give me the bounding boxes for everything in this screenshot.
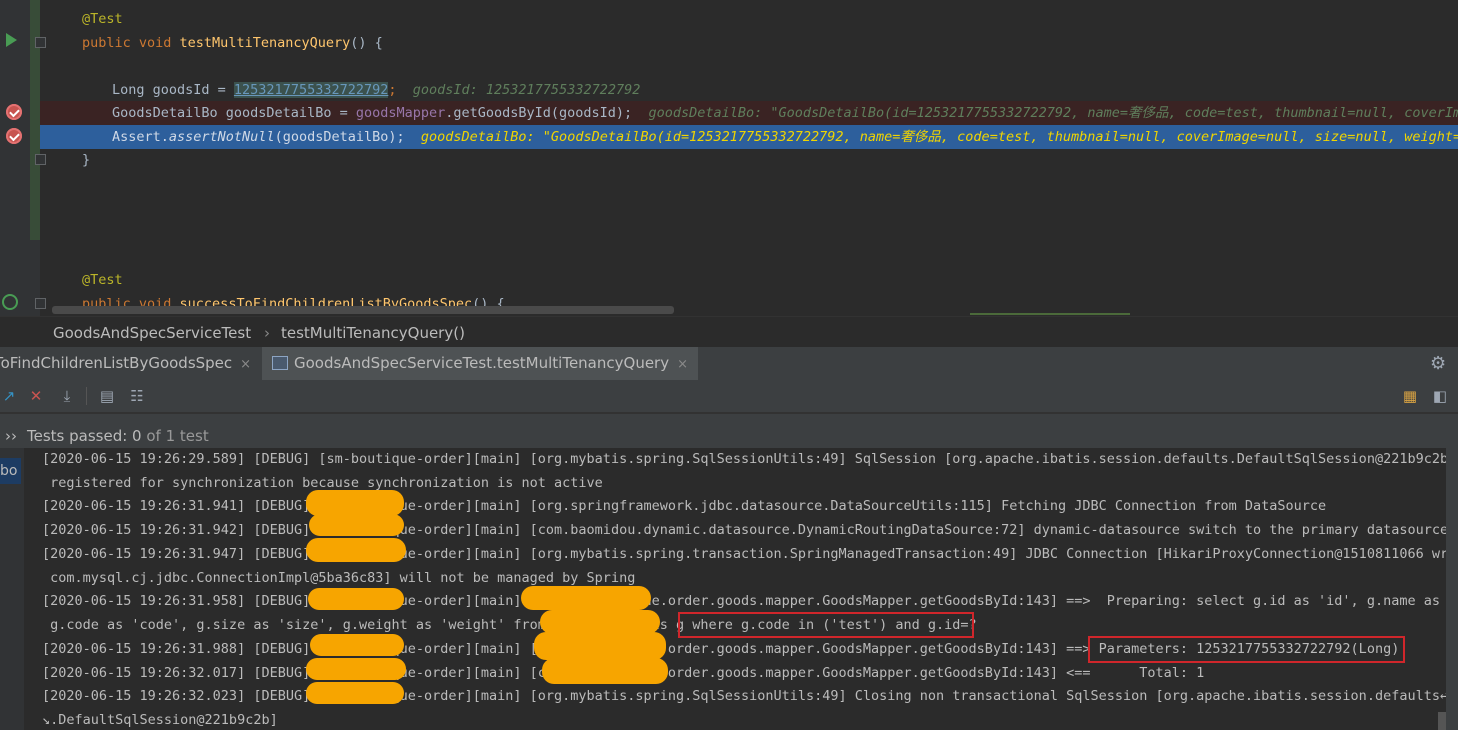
breadcrumb-class[interactable]: GoodsAndSpecServiceTest (53, 324, 251, 342)
code-line-goods-detail[interactable]: GoodsDetailBo goodsDetailBo = goodsMappe… (112, 101, 1458, 125)
code-line-annotation[interactable]: @Test (82, 7, 1458, 31)
history-icon[interactable]: ◧ (1431, 387, 1449, 405)
code-line-annotation[interactable]: @Test (82, 268, 1458, 292)
toggle-auto-test-icon[interactable]: ⤓ (58, 387, 76, 405)
redaction-mark (309, 514, 404, 536)
breadcrumb: GoodsAndSpecServiceTest › testMultiTenan… (0, 316, 1458, 348)
redaction-mark (540, 610, 660, 634)
fold-icon[interactable] (35, 37, 46, 48)
code-line-assert[interactable]: Assert.assertNotNull(goodsDetailBo); goo… (112, 125, 1458, 149)
console-line: [2020-06-15 19:26:31.942] [DEBUG] [sm-bo… (42, 522, 1446, 538)
redaction-mark (308, 588, 404, 610)
console-output[interactable]: [2020-06-15 19:26:29.589] [DEBUG] [sm-bo… (24, 448, 1446, 730)
code-line-goods-id[interactable]: Long goodsId = 1253217755332722792; good… (112, 78, 1458, 102)
highlight-box-parameters (1088, 636, 1405, 663)
console-scrollbar[interactable] (1446, 448, 1458, 730)
close-icon[interactable]: × (677, 357, 688, 372)
console-line: [2020-06-15 19:26:29.589] [DEBUG] [sm-bo… (42, 451, 1446, 467)
breadcrumb-method[interactable]: testMultiTenancyQuery() (281, 324, 465, 342)
redaction-mark (306, 538, 406, 562)
console-line: [2020-06-15 19:26:32.023] [DEBUG] [sm-bo… (42, 688, 1446, 704)
close-icon[interactable]: × (240, 357, 251, 372)
highlight-box-where-clause (678, 612, 974, 638)
run-toolbar: ↗ ✕ ⤓ ▤ ☷ ▦ ◧ (0, 380, 1458, 412)
redaction-mark (542, 658, 668, 684)
rerun-failed-icon[interactable]: ✕ (27, 387, 45, 405)
console-line: ↘.DefaultSqlSession@221b9c2b] (42, 712, 278, 728)
redaction-mark (306, 490, 404, 516)
run-tabs: ToFindChildrenListByGoodsSpec × GoodsAndS… (0, 347, 1458, 381)
console-line: [2020-06-15 19:26:31.947] [DEBUG] [sm-bo… (42, 546, 1446, 562)
side-tab[interactable]: bo (0, 458, 21, 484)
change-marker-bar (30, 0, 40, 240)
redaction-mark (534, 632, 666, 660)
console-line: [2020-06-15 19:26:31.958] [DEBUG] [sm-bo… (42, 593, 1446, 609)
sort-icon[interactable]: ▤ (98, 387, 116, 405)
rerun-icon[interactable]: ↗ (0, 387, 18, 405)
code-editor[interactable]: @Test public void testMultiTenancyQuery(… (0, 0, 1458, 316)
toolbar-divider (86, 387, 87, 405)
redaction-mark (310, 634, 404, 656)
expand-icon[interactable]: ☷ (128, 387, 146, 405)
test-status-bar: ›› Tests passed: 0 of 1 test (0, 412, 1458, 450)
redaction-mark (306, 682, 404, 704)
redaction-mark (521, 586, 651, 610)
rerun-test-icon[interactable] (2, 294, 18, 310)
run-test-icon[interactable] (6, 33, 17, 47)
export-icon[interactable]: ▦ (1401, 387, 1419, 405)
code-line-close-brace[interactable]: } (82, 148, 1458, 172)
fold-icon[interactable] (35, 154, 46, 165)
breakpoint-icon[interactable] (6, 104, 22, 120)
redaction-mark (306, 658, 406, 680)
console-scroll-thumb[interactable] (1438, 712, 1446, 730)
tab-success-to-find[interactable]: ToFindChildrenListByGoodsSpec × (0, 347, 252, 380)
breadcrumb-separator: › (264, 324, 270, 342)
console-line: [2020-06-15 19:26:31.941] [DEBUG] [sm-bo… (42, 498, 1327, 514)
tab-test-multi-tenancy-query[interactable]: GoodsAndSpecServiceTest.testMultiTenancy… (262, 347, 698, 380)
breakpoint-icon[interactable] (6, 128, 22, 144)
horizontal-scrollbar[interactable] (52, 306, 674, 314)
code-line-method-signature[interactable]: public void testMultiTenancyQuery() { (82, 31, 1458, 55)
run-config-icon (272, 356, 288, 370)
scroll-marker (970, 313, 1130, 315)
gear-icon[interactable]: ⚙ (1430, 353, 1446, 374)
console-left-strip (0, 448, 24, 730)
fold-icon[interactable] (35, 298, 46, 309)
